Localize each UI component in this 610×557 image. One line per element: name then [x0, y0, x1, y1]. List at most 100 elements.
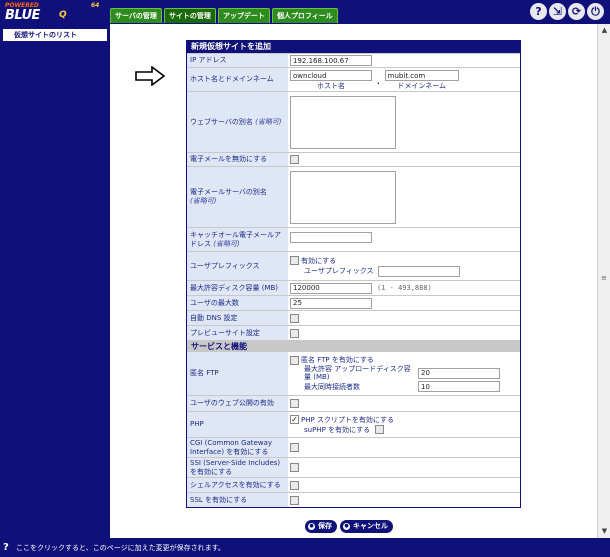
quota-input[interactable]: [290, 282, 372, 294]
prefix-row: ユーザプレフィックス 有効にする ユーザプレフィックス: [187, 251, 520, 280]
anon-ftp-conn-input[interactable]: [418, 381, 500, 392]
main-tabs: サーバの管理 サイトの管理 アップデート 個人プロフィール: [110, 8, 340, 23]
sidebar: 仮想サイトのリスト: [0, 24, 110, 538]
prefix-field-label: ユーザプレフィックス: [304, 267, 374, 275]
scroll-down-icon[interactable]: ▼: [600, 527, 609, 536]
tab-update[interactable]: アップデート: [217, 8, 270, 23]
auto-dns-label: 自動 DNS 設定: [187, 311, 288, 325]
shell-label: シェルアクセスを有効にする: [187, 478, 288, 492]
hostname-caption: ホスト名: [317, 82, 345, 90]
prefix-label: ユーザプレフィックス: [187, 252, 288, 280]
sidebar-item-virtual-site-list[interactable]: 仮想サイトのリスト: [3, 29, 107, 41]
web-alias-label: ウェブサーバの別名 (省略可): [187, 92, 288, 152]
save-dot-icon: ●: [308, 523, 315, 530]
host-row: ホスト名とドメインネーム ホスト名 . ドメインネーム: [187, 67, 520, 91]
top-bar: POWERED BLUE Q 64 サーバの管理 サイトの管理 アップデート 個…: [0, 0, 610, 24]
form-buttons: ● 保存 ● キャンセル: [305, 520, 396, 533]
logout-icon[interactable]: ⇲: [549, 3, 566, 20]
suphp-checkbox[interactable]: [375, 425, 385, 434]
scroll-up-icon[interactable]: ▲: [600, 26, 609, 35]
ip-row: IP アドレス: [187, 53, 520, 67]
preview-checkbox[interactable]: [290, 328, 299, 338]
top-icons: ? ⇲ ⟳ ⏻: [528, 3, 604, 20]
auto-dns-checkbox[interactable]: [290, 313, 299, 323]
ssl-label: SSL を有効にする: [187, 493, 288, 507]
scroll-grip-icon[interactable]: ≡: [601, 274, 607, 282]
catchall-input[interactable]: [290, 232, 372, 243]
power-icon[interactable]: ⏻: [587, 3, 604, 20]
logo-mark: Q: [59, 10, 67, 20]
cgi-row: CGI (Common Gateway Interface) を有効にする: [187, 437, 520, 457]
prefix-input[interactable]: [377, 265, 460, 277]
ip-input[interactable]: [290, 55, 372, 66]
ssl-checkbox[interactable]: [290, 495, 299, 505]
hostname-input[interactable]: [290, 70, 372, 81]
prefix-enable-label: 有効にする: [301, 256, 337, 265]
catchall-row: キャッチオール電子メールアドレス (省略可): [187, 227, 520, 251]
php-row: PHP PHP スクリプトを有効にする suPHP を有効にする: [187, 411, 520, 437]
max-users-label: ユーザの最大数: [187, 296, 288, 310]
quota-row: 最大許容ディスク容量 (MB) (1 - 493,888): [187, 280, 520, 295]
web-alias-textarea[interactable]: [290, 95, 396, 149]
user-web-label: ユーザのウェブ公開の有効: [187, 396, 288, 411]
cancel-button[interactable]: ● キャンセル: [340, 520, 393, 533]
disable-email-checkbox[interactable]: [290, 155, 299, 164]
host-label: ホスト名とドメインネーム: [187, 68, 288, 91]
tab-site-management[interactable]: サイトの管理: [163, 8, 216, 23]
refresh-icon[interactable]: ⟳: [568, 3, 585, 20]
arrow-right-icon: [135, 66, 166, 86]
ssi-label: SSI (Server-Side Includes) を有効にする: [187, 458, 288, 477]
help-icon[interactable]: ?: [530, 3, 547, 20]
suphp-label: suPHP を有効にする: [304, 425, 371, 434]
vertical-scrollbar[interactable]: ▲ ≡ ▼: [597, 24, 610, 538]
host-separator: .: [377, 78, 380, 86]
preview-label: プレビューサイト設定: [187, 326, 288, 340]
max-users-row: ユーザの最大数: [187, 295, 520, 310]
cancel-dot-icon: ●: [343, 523, 350, 530]
web-alias-row: ウェブサーバの別名 (省略可): [187, 91, 520, 152]
shell-checkbox[interactable]: [290, 480, 299, 490]
quota-label: 最大許容ディスク容量 (MB): [187, 281, 288, 295]
user-web-checkbox[interactable]: [290, 399, 299, 408]
anon-ftp-checkbox[interactable]: [290, 355, 299, 365]
status-bar: ? ここをクリックすると、このページに加えた変更が保存されます。: [0, 538, 610, 557]
anon-ftp-upload-label: 最大許容 アップロードディスク容量 (MB): [304, 365, 411, 381]
quota-hint: (1 - 493,888): [377, 284, 432, 292]
auto-dns-row: 自動 DNS 設定: [187, 310, 520, 325]
php-enable-checkbox[interactable]: [290, 415, 299, 424]
php-enable-label: PHP スクリプトを有効にする: [301, 415, 395, 424]
anon-ftp-enable-label: 匿名 FTP を有効にする: [301, 356, 374, 364]
catchall-label: キャッチオール電子メールアドレス (省略可): [187, 228, 288, 251]
anon-ftp-conn-label: 最大同時接続者数: [304, 382, 360, 391]
mail-alias-row: 電子メールサーバの別名 (省略可): [187, 166, 520, 227]
anon-ftp-row: 匿名 FTP 匿名 FTP を有効にする 最大許容 アップロードディスク容量 (…: [187, 351, 520, 395]
status-text: ここをクリックすると、このページに加えた変更が保存されます。: [16, 543, 225, 552]
preview-row: プレビューサイト設定: [187, 325, 520, 340]
shell-row: シェルアクセスを有効にする: [187, 477, 520, 492]
anon-ftp-label: 匿名 FTP: [187, 352, 288, 395]
max-users-input[interactable]: [290, 297, 372, 309]
form-title: 新規仮想サイトを追加: [187, 41, 520, 53]
save-button[interactable]: ● 保存: [305, 520, 337, 533]
logo-name: BLUE: [5, 8, 40, 23]
anon-ftp-upload-input[interactable]: [418, 367, 500, 379]
cgi-checkbox[interactable]: [290, 443, 299, 452]
services-section-title: サービスと機能: [187, 340, 520, 351]
mail-alias-textarea[interactable]: [290, 170, 396, 224]
disable-email-label: 電子メールを無効にする: [187, 153, 288, 166]
help-question-icon: ?: [3, 542, 9, 553]
ip-label: IP アドレス: [187, 54, 288, 67]
logo-version: 64: [91, 2, 100, 9]
mail-alias-label: 電子メールサーバの別名 (省略可): [187, 167, 288, 227]
ssi-row: SSI (Server-Side Includes) を有効にする: [187, 457, 520, 477]
ssl-row: SSL を有効にする: [187, 492, 520, 507]
cgi-label: CGI (Common Gateway Interface) を有効にする: [187, 438, 288, 457]
php-label: PHP: [187, 412, 288, 437]
ssi-checkbox[interactable]: [290, 463, 299, 472]
add-virtual-site-form: 新規仮想サイトを追加 IP アドレス ホスト名とドメインネーム ホスト名 . ド…: [186, 40, 521, 508]
prefix-enable-checkbox[interactable]: [290, 256, 299, 265]
domain-input[interactable]: [384, 70, 459, 81]
disable-email-row: 電子メールを無効にする: [187, 152, 520, 166]
tab-server-management[interactable]: サーバの管理: [110, 8, 162, 23]
tab-personal-profile[interactable]: 個人プロフィール: [271, 8, 338, 23]
